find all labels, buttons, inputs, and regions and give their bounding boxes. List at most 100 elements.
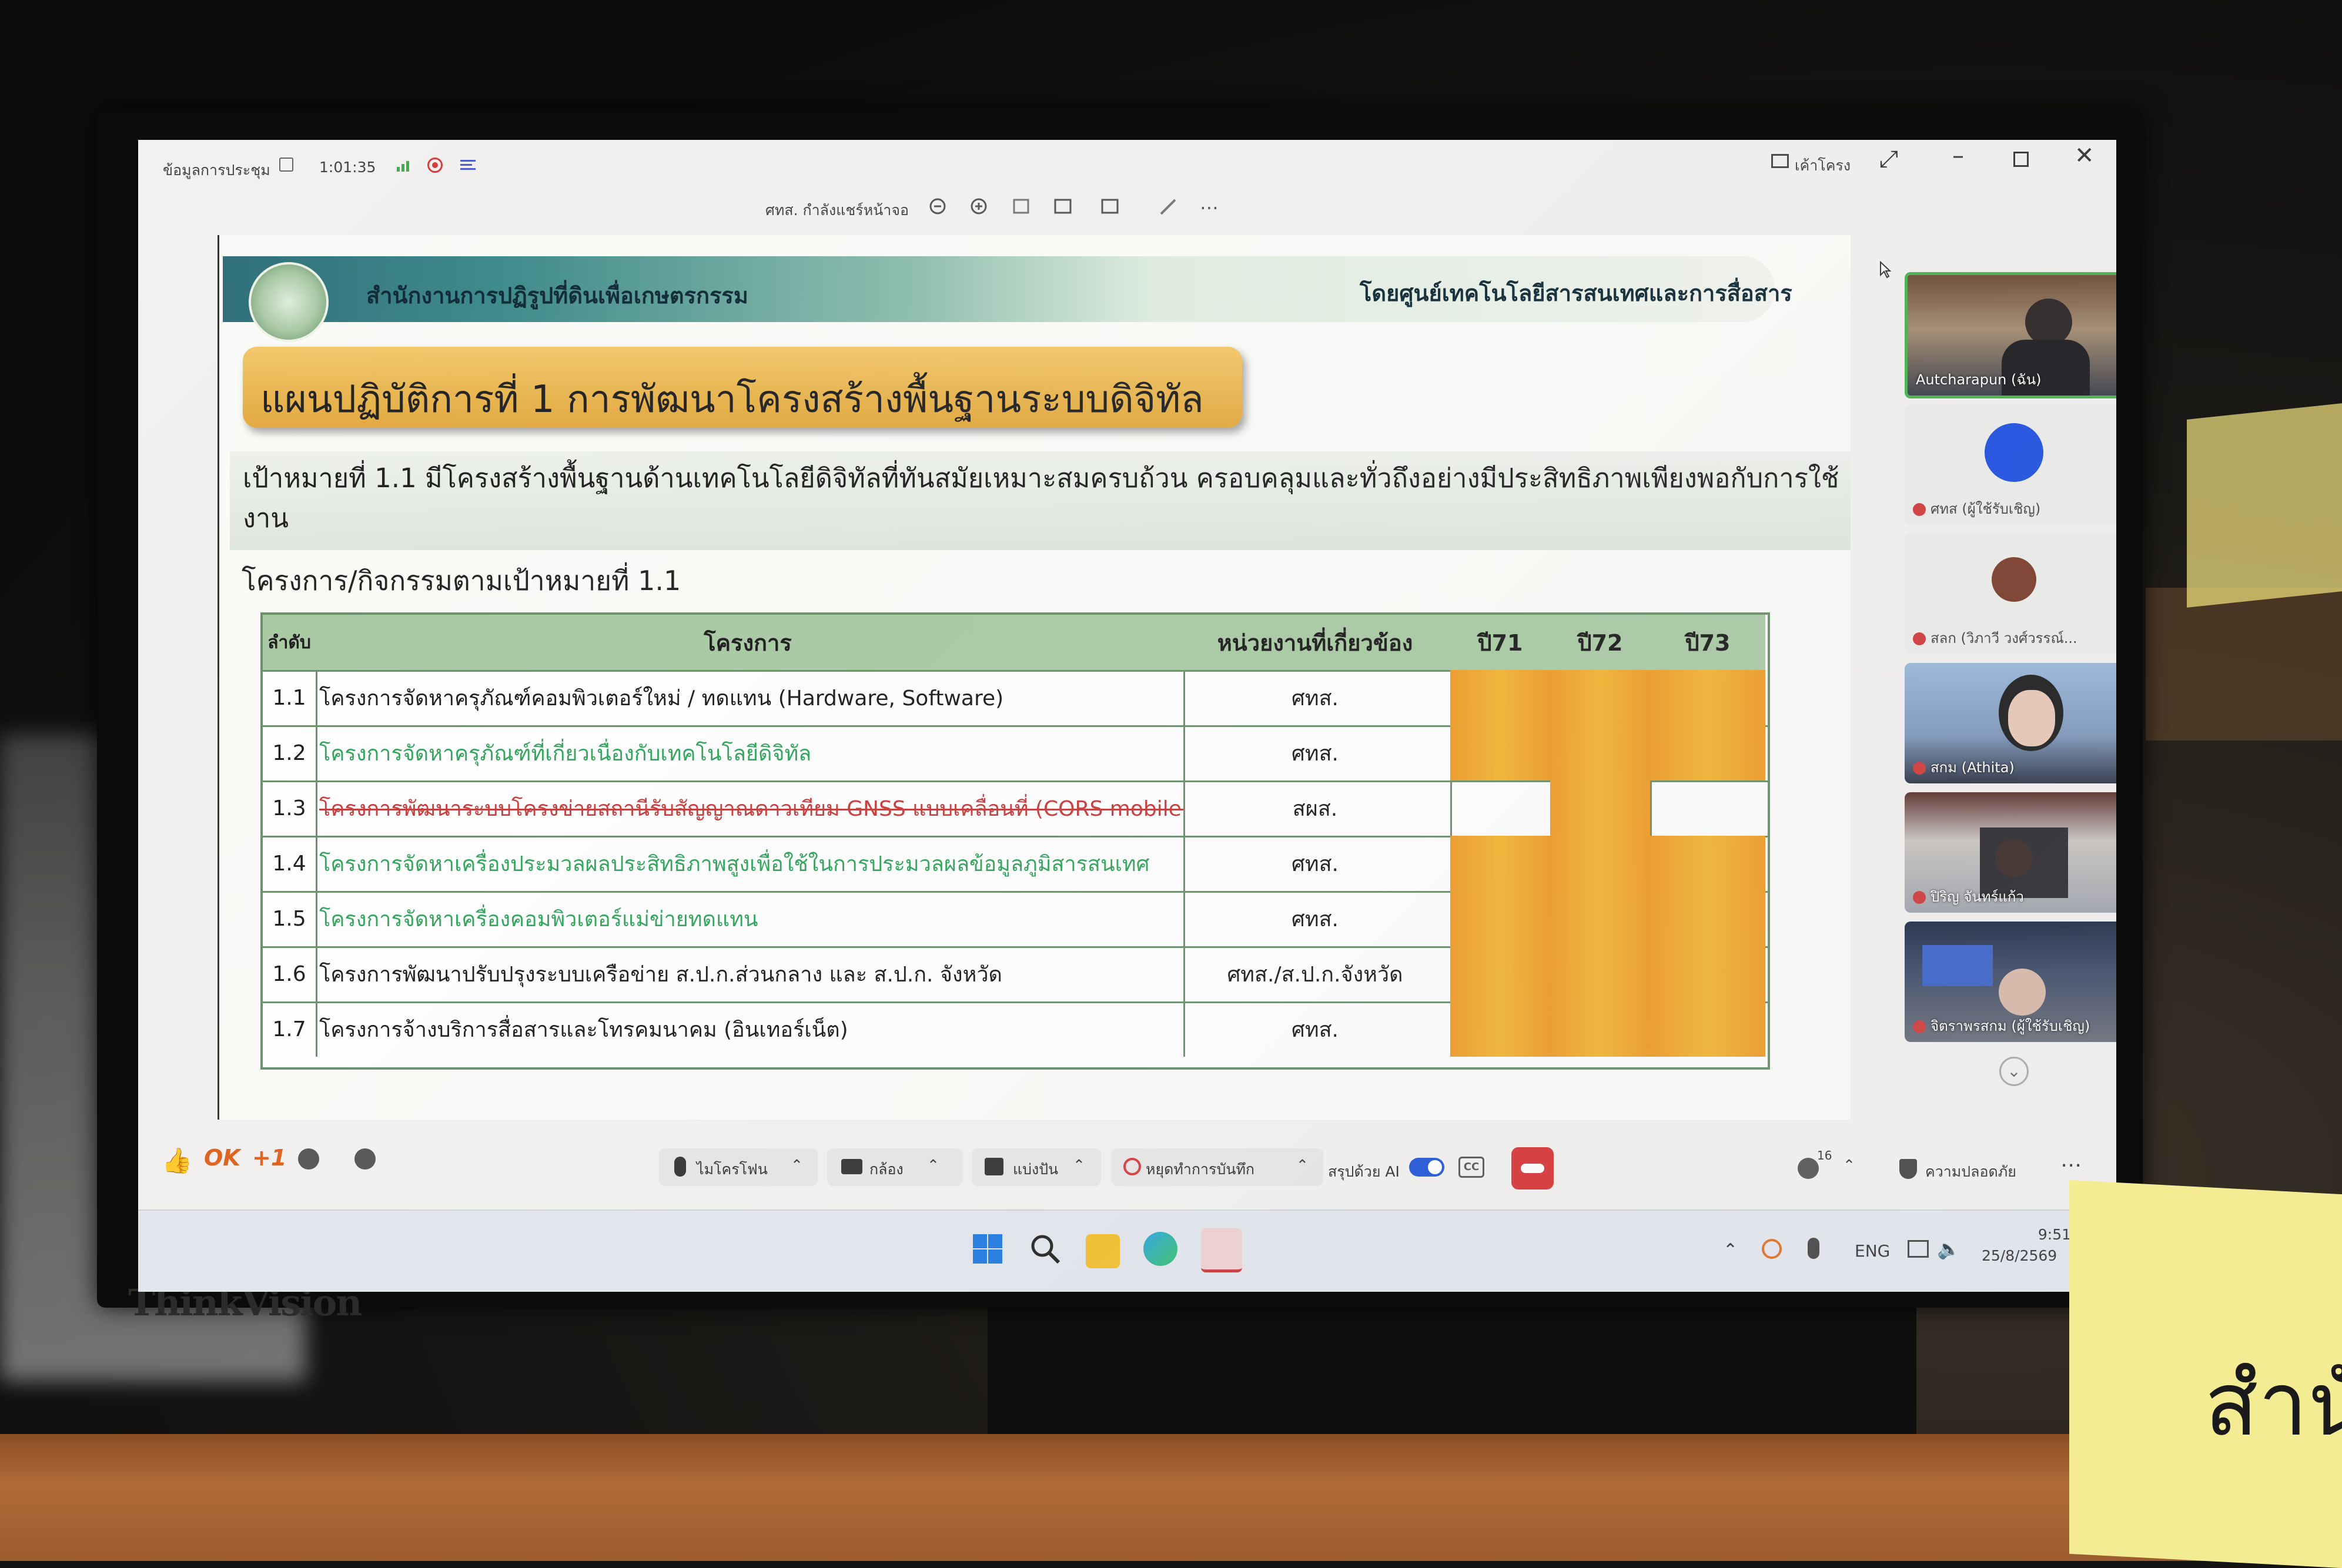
participant-tile[interactable]: จิตราพรสกม (ผู้ใช้รับเชิญ) — [1905, 922, 2116, 1042]
year-72-cell — [1550, 725, 1652, 780]
shield-icon — [1899, 1159, 1917, 1179]
table-row: 1.1 โครงการจัดหาครุภัณฑ์คอมพิวเตอร์ใหม่ /… — [263, 670, 1768, 727]
thumbs-up-icon[interactable]: 👍 — [162, 1146, 192, 1175]
year-72-cell — [1550, 780, 1652, 836]
clock-date[interactable]: 25/8/2569 — [1982, 1247, 2057, 1264]
elapsed-time: 1:01:35 — [319, 159, 376, 176]
chat-icon[interactable] — [354, 1148, 376, 1170]
row-number: 1.7 — [263, 1001, 317, 1057]
reaction-ok[interactable]: OK — [204, 1145, 240, 1171]
tray-mic-icon[interactable] — [1808, 1238, 1819, 1259]
participant-name: สกม (Athita) — [1931, 759, 2015, 776]
year-72-cell — [1550, 891, 1652, 946]
background-sign — [2187, 403, 2342, 608]
stop-record-label: หยุดทำการบันทึก — [1146, 1161, 1255, 1178]
reaction-plus-one[interactable]: +1 — [252, 1145, 286, 1171]
project-name: โครงการจัดหาเครื่องคอมพิวเตอร์แม่ข่ายทดแ… — [316, 891, 1185, 946]
sync-icon[interactable] — [1762, 1239, 1782, 1259]
more-icon[interactable]: ⋯ — [1200, 196, 1223, 219]
row-number: 1.5 — [263, 891, 317, 946]
year-71-cell — [1450, 1001, 1552, 1057]
chevron-down-icon[interactable]: ⌄ — [1999, 1057, 2029, 1086]
chevron-up-icon[interactable]: ⌃ — [1843, 1157, 1855, 1174]
responsible-unit: ศทส./ส.ป.ก.จังหวัด — [1180, 946, 1452, 1001]
participants-count: 16 — [1817, 1148, 1832, 1162]
volume-icon[interactable]: 🔈 — [1937, 1238, 1960, 1260]
signal-icon — [397, 160, 413, 172]
header-y71: ปี71 — [1450, 615, 1552, 672]
security-button[interactable]: ความปลอดภัย — [1925, 1160, 2016, 1184]
header-project: โครงการ — [316, 615, 1182, 672]
mouse-cursor-icon — [1879, 260, 1892, 279]
screen: ข้อมูลการประชุม 1:01:35 ศทส. กำลังแชร์หน… — [138, 140, 2116, 1292]
participant-tile[interactable]: ปิริญ จันทร์แก้ว — [1905, 792, 2116, 913]
table-row: 1.2 โครงการจัดหาครุภัณฑ์ที่เกี่ยวเนื่องกั… — [263, 725, 1768, 782]
leave-call-button[interactable] — [1511, 1147, 1554, 1190]
share-label: แบ่งปัน — [1013, 1161, 1059, 1178]
year-73-cell — [1650, 1001, 1765, 1057]
search-icon[interactable] — [1028, 1232, 1062, 1266]
project-name: โครงการพัฒนาระบบโครงข่ายสถานีรับสัญญาณดา… — [316, 780, 1185, 836]
org-name: สำนักงานการปฏิรูปที่ดินเพื่อเกษตรกรรม — [366, 283, 748, 309]
responsible-unit: ศทส. — [1180, 670, 1452, 725]
chevron-up-icon[interactable]: ⌃ — [791, 1157, 803, 1174]
header-dept: หน่วยงานที่เกี่ยวข้อง — [1180, 615, 1452, 672]
network-icon[interactable] — [1908, 1240, 1929, 1258]
responsible-unit: ศทส. — [1180, 891, 1452, 946]
participant-tile[interactable]: สลก (วิภาวี วงศ์วรรณ์... — [1905, 534, 2116, 654]
chevron-up-icon[interactable]: ⌃ — [1296, 1157, 1309, 1174]
clock-time[interactable]: 9:51 — [2012, 1226, 2071, 1243]
chevron-up-icon[interactable]: ⌃ — [1073, 1157, 1085, 1174]
row-number: 1.4 — [263, 836, 317, 891]
more-options-icon[interactable]: ⋯ — [2060, 1153, 2082, 1177]
table-row: 1.5 โครงการจัดหาเครื่องคอมพิวเตอร์แม่ข่าย… — [263, 891, 1768, 948]
participant-tile-self[interactable]: Autcharapun (ฉัน) — [1905, 272, 2116, 398]
language-indicator[interactable]: ENG — [1855, 1241, 1890, 1261]
project-name: โครงการจ้างบริการสื่อสารและโทรคมนาคม (อิ… — [316, 1001, 1185, 1057]
meeting-info-link[interactable]: ข้อมูลการประชุม — [163, 159, 270, 182]
year-71-cell — [1450, 836, 1552, 891]
restore-button[interactable] — [2013, 152, 2029, 167]
stop-record-icon — [1123, 1158, 1141, 1175]
year-73-cell — [1650, 670, 1765, 725]
participant-tile[interactable]: สกม (Athita) — [1905, 663, 2116, 783]
layout-icon[interactable] — [1771, 154, 1789, 168]
project-name: โครงการพัฒนาปรับปรุงระบบเครือข่าย ส.ป.ก.… — [316, 946, 1185, 1001]
activities-subheading: โครงการ/กิจกรรมตามเป้าหมายที่ 1.1 — [242, 565, 681, 597]
room-shelf — [2146, 588, 2342, 741]
year-71-cell — [1450, 780, 1552, 836]
year-73-cell — [1650, 891, 1765, 946]
fullscreen-icon[interactable]: ⤢ — [1879, 146, 1898, 173]
responsible-unit: ศทส. — [1180, 725, 1452, 780]
emoji-icon[interactable] — [298, 1148, 319, 1170]
participants-icon[interactable] — [1798, 1158, 1819, 1179]
minimize-button[interactable]: – — [1952, 142, 1964, 169]
year-72-cell — [1550, 946, 1652, 1001]
table-row: 1.4 โครงการจัดหาเครื่องประมวลผลประสิทธิภา… — [263, 836, 1768, 893]
table-row: 1.3 โครงการพัฒนาระบบโครงข่ายสถานีรับสัญญา… — [263, 780, 1768, 837]
file-explorer-icon[interactable] — [1086, 1234, 1120, 1268]
participant-name: ปิริญ จันทร์แก้ว — [1931, 889, 2024, 905]
layout-button[interactable]: เค้าโครง — [1795, 154, 1851, 177]
ai-summary-toggle[interactable] — [1409, 1158, 1444, 1177]
dept-name: โดยศูนย์เทคโนโลยีสารสนเทศและการสื่อสาร — [1360, 280, 1792, 306]
edge-browser-icon[interactable] — [1143, 1232, 1177, 1266]
windows-start-icon[interactable] — [971, 1232, 1005, 1266]
captions-button[interactable]: CC — [1458, 1157, 1484, 1178]
edit-icon[interactable] — [1157, 196, 1181, 217]
participant-tile[interactable]: ศทส (ผู้ใช้รับเชิญ) — [1905, 404, 2116, 525]
project-name: โครงการจัดหาครุภัณฑ์ที่เกี่ยวเนื่องกับเท… — [316, 725, 1185, 780]
tray-chevron-icon[interactable]: ⌃ — [1723, 1240, 1738, 1261]
year-71-cell — [1450, 725, 1552, 780]
mic-off-icon — [1913, 632, 1926, 645]
external-link-icon[interactable] — [279, 158, 293, 172]
chevron-up-icon[interactable]: ⌃ — [927, 1157, 939, 1174]
shared-slide: สำนักงานการปฏิรูปที่ดินเพื่อเกษตรกรรม โด… — [218, 235, 1879, 1207]
meeting-app-icon[interactable] — [1201, 1228, 1242, 1272]
close-button[interactable]: ✕ — [2075, 142, 2095, 169]
transcript-icon[interactable] — [460, 159, 476, 172]
participant-name: ศทส (ผู้ใช้รับเชิญ) — [1931, 501, 2041, 517]
year-71-cell — [1450, 670, 1552, 725]
table-row: 1.6 โครงการพัฒนาปรับปรุงระบบเครือข่าย ส.ป… — [263, 946, 1768, 1003]
camera-label: กล้อง — [869, 1161, 904, 1178]
